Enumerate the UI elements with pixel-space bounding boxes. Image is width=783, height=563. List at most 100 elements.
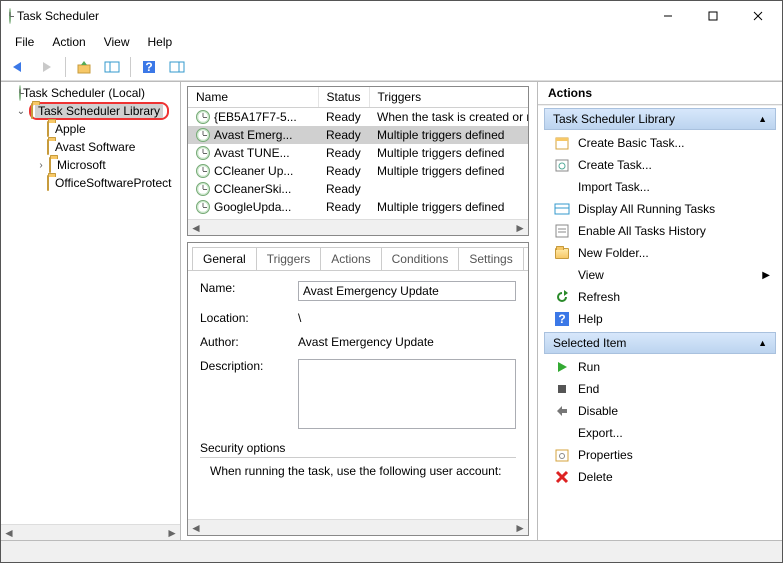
task-row[interactable]: CCleaner Up...ReadyMultiple triggers def…	[188, 162, 528, 180]
titlebar: Task Scheduler	[1, 1, 782, 31]
layout-button[interactable]	[165, 56, 189, 78]
properties-icon	[554, 447, 570, 463]
toolbar: ?	[1, 53, 782, 81]
minimize-button[interactable]	[645, 2, 690, 30]
tree-child-label: Apple	[55, 122, 86, 136]
tree-root[interactable]: Task Scheduler (Local)	[1, 84, 180, 102]
tab-h[interactable]: H	[523, 247, 528, 270]
tree-child-apple[interactable]: Apple	[1, 120, 180, 138]
folder-icon	[49, 158, 51, 172]
tab-settings[interactable]: Settings	[458, 247, 523, 270]
actions-header: Actions	[538, 82, 782, 105]
end-icon	[554, 381, 570, 397]
action-create-basic-task[interactable]: Create Basic Task...	[544, 132, 776, 154]
back-button[interactable]	[7, 56, 31, 78]
label-location: Location:	[200, 311, 290, 325]
value-location: \	[298, 311, 516, 325]
help-icon: ?	[554, 311, 570, 327]
forward-button[interactable]	[35, 56, 59, 78]
svg-text:?: ?	[145, 60, 152, 74]
col-triggers[interactable]: Triggers	[369, 87, 528, 108]
action-export[interactable]: Export...	[544, 422, 776, 444]
tree-library-label: Task Scheduler Library	[35, 104, 163, 118]
input-description[interactable]	[298, 359, 516, 429]
menu-file[interactable]: File	[7, 33, 42, 51]
details-hscroll[interactable]: ◄►	[188, 519, 528, 535]
tab-general[interactable]: General	[192, 247, 257, 271]
tab-actions[interactable]: Actions	[320, 247, 381, 270]
up-button[interactable]	[72, 56, 96, 78]
input-name[interactable]	[298, 281, 516, 301]
menubar: File Action View Help	[1, 31, 782, 53]
action-run[interactable]: Run	[544, 356, 776, 378]
tree-child-label: Avast Software	[55, 140, 135, 154]
action-new-folder[interactable]: New Folder...	[544, 242, 776, 264]
panes-button[interactable]	[100, 56, 124, 78]
action-disable[interactable]: Disable	[544, 400, 776, 422]
app-icon	[9, 9, 11, 23]
run-icon	[554, 359, 570, 375]
help-toolbar-button[interactable]: ?	[137, 56, 161, 78]
action-label: Delete	[578, 470, 770, 484]
task-row[interactable]: GoogleUpda...ReadyMultiple triggers defi…	[188, 198, 528, 216]
task-row[interactable]: {EB5A17F7-5...ReadyWhen the task is crea…	[188, 108, 528, 127]
actions-section-selected[interactable]: Selected Item ▲	[544, 332, 776, 354]
close-button[interactable]	[735, 2, 780, 30]
create-basic-icon	[554, 135, 570, 151]
action-help[interactable]: ?Help	[544, 308, 776, 330]
submenu-arrow-icon: ▶	[762, 270, 770, 281]
action-display-all-running-tasks[interactable]: Display All Running Tasks	[544, 198, 776, 220]
label-description: Description:	[200, 359, 290, 373]
tasklist-hscroll[interactable]: ◄►	[188, 219, 528, 235]
tree-hscroll[interactable]: ◄►	[1, 524, 180, 540]
folder-icon	[31, 104, 33, 118]
action-delete[interactable]: Delete	[544, 466, 776, 488]
menu-view[interactable]: View	[96, 33, 138, 51]
security-line: When running the task, use the following…	[200, 464, 516, 478]
col-status[interactable]: Status	[318, 87, 369, 108]
task-name: {EB5A17F7-5...	[214, 110, 297, 124]
action-import-task[interactable]: Import Task...	[544, 176, 776, 198]
folder-icon	[47, 176, 49, 190]
tree-child-microsoft[interactable]: ›Microsoft	[1, 156, 180, 174]
task-trigger: When the task is created or n	[369, 108, 528, 127]
task-row[interactable]: CCleanerSki... Ready	[188, 180, 528, 198]
action-properties[interactable]: Properties	[544, 444, 776, 466]
task-icon	[196, 110, 210, 124]
tree-child-label: OfficeSoftwareProtect	[55, 176, 172, 190]
task-name: CCleaner Up...	[214, 164, 293, 178]
action-enable-all-tasks-history[interactable]: Enable All Tasks History	[544, 220, 776, 242]
import-icon	[554, 179, 570, 195]
action-refresh[interactable]: Refresh	[544, 286, 776, 308]
menu-help[interactable]: Help	[140, 33, 181, 51]
export-icon	[554, 425, 570, 441]
task-name: CCleanerSki...	[214, 182, 291, 196]
action-view[interactable]: View▶	[544, 264, 776, 286]
running-tasks-icon	[554, 201, 570, 217]
chevron-down-icon[interactable]: ⌄	[15, 106, 27, 117]
actions-section-library[interactable]: Task Scheduler Library ▲	[544, 108, 776, 130]
task-row[interactable]: Avast Emerg...ReadyMultiple triggers def…	[188, 126, 528, 144]
maximize-button[interactable]	[690, 2, 735, 30]
tree-library[interactable]: ⌄ Task Scheduler Library	[1, 102, 180, 120]
action-label: End	[578, 382, 770, 396]
task-trigger	[369, 180, 528, 198]
label-name: Name:	[200, 281, 290, 295]
action-label: Export...	[578, 426, 770, 440]
tree-child-avast[interactable]: Avast Software	[1, 138, 180, 156]
tree-child-office[interactable]: OfficeSoftwareProtect	[1, 174, 180, 192]
separator	[130, 57, 131, 77]
chevron-right-icon[interactable]: ›	[35, 160, 47, 171]
history-icon	[554, 223, 570, 239]
task-status: Ready	[318, 126, 369, 144]
action-end[interactable]: End	[544, 378, 776, 400]
task-icon	[196, 164, 210, 178]
task-trigger: Multiple triggers defined	[369, 144, 528, 162]
col-name[interactable]: Name	[188, 87, 318, 108]
tab-triggers[interactable]: Triggers	[256, 247, 322, 270]
menu-action[interactable]: Action	[44, 33, 93, 51]
tab-conditions[interactable]: Conditions	[381, 247, 460, 270]
action-create-task[interactable]: Create Task...	[544, 154, 776, 176]
task-row[interactable]: Avast TUNE...ReadyMultiple triggers defi…	[188, 144, 528, 162]
task-status: Ready	[318, 180, 369, 198]
